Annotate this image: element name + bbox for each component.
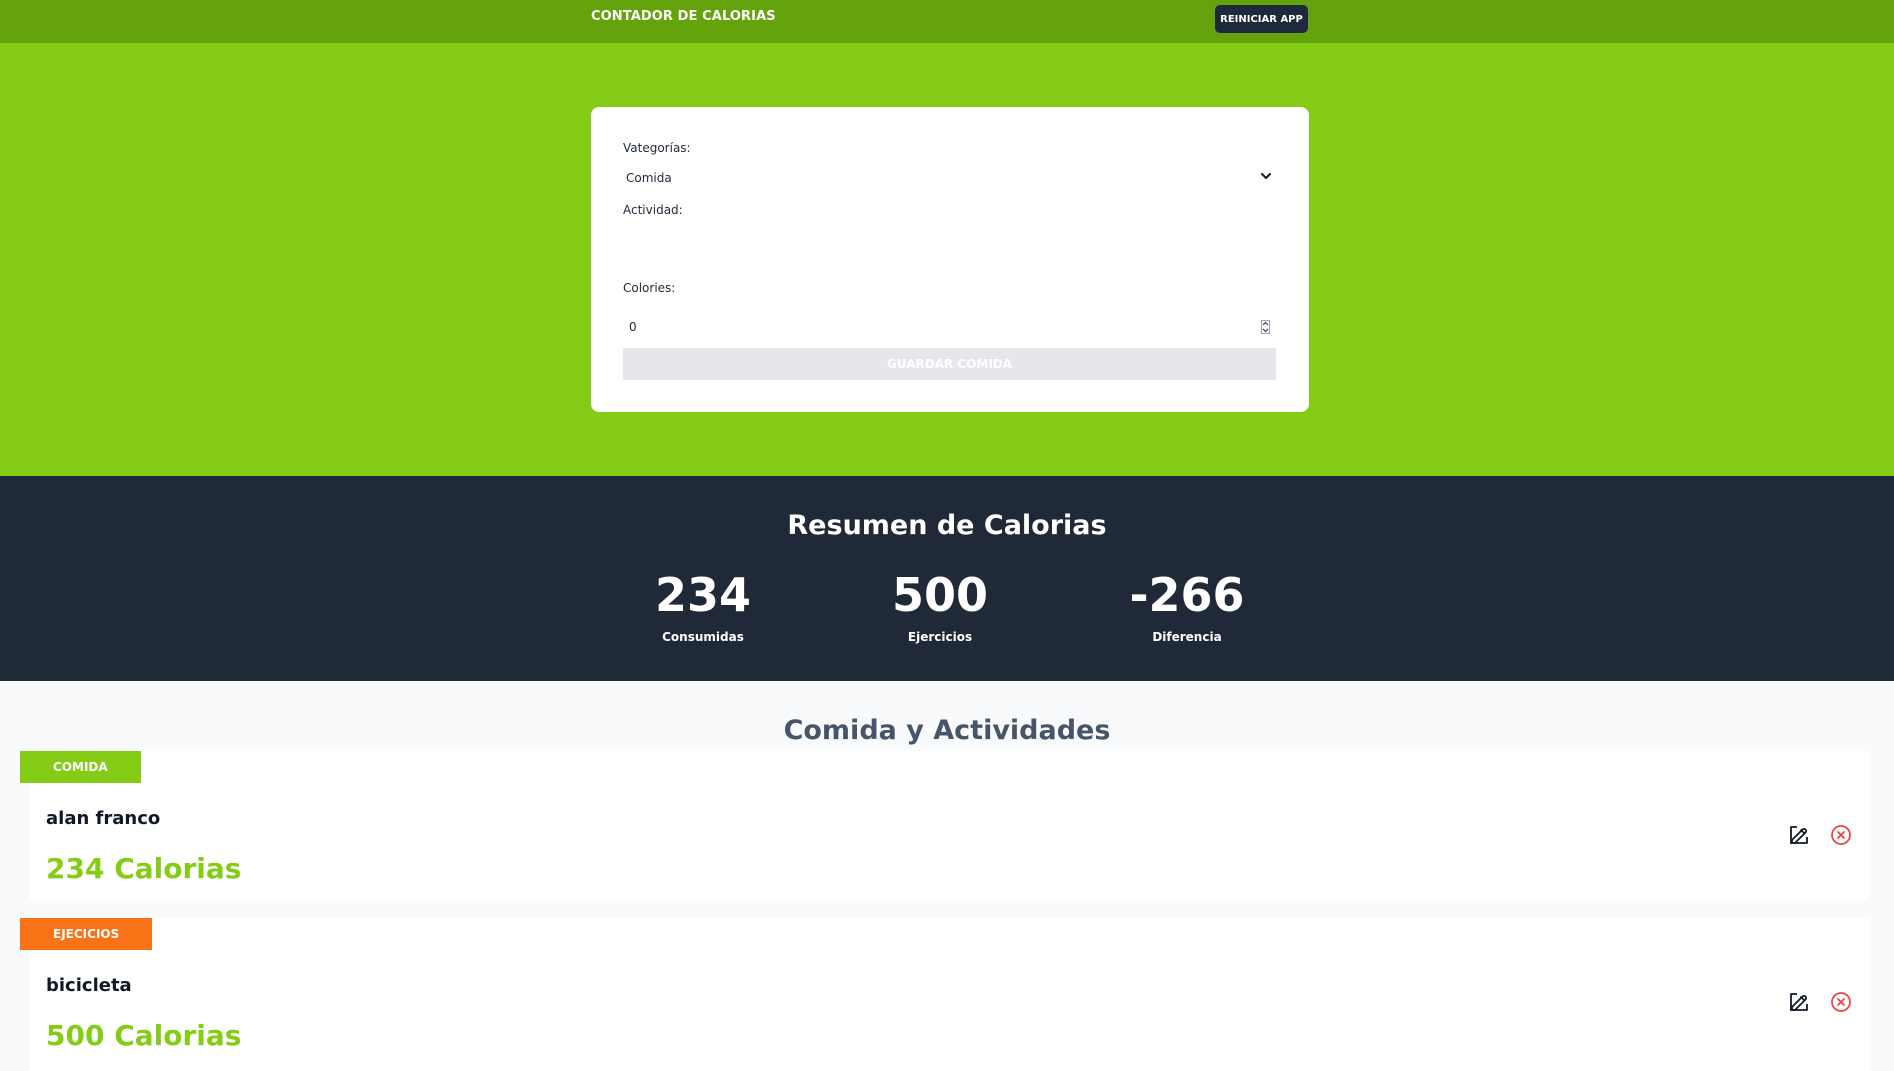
activity-input[interactable] (623, 225, 1276, 265)
consumed-label: Consumidas (662, 630, 744, 644)
calories-input[interactable]: 0 (623, 312, 1276, 342)
activity-entry: COMIDA alan franco 234 Calorias (20, 751, 1869, 901)
difference-value: -266 (1129, 568, 1245, 622)
category-select-value: Comida (626, 171, 672, 185)
consumed-stat: 234 Consumidas (603, 572, 803, 644)
activity-list-title: Comida y Actividades (783, 715, 1111, 746)
exercise-label: Ejercicios (907, 630, 973, 644)
exercise-stat: 500 Ejercicios (840, 572, 1040, 644)
activity-form: Vategorías: Comida Actividad: Colories: … (591, 107, 1309, 412)
category-select[interactable]: Comida (623, 165, 1276, 191)
delete-icon[interactable] (1829, 990, 1853, 1014)
difference-stat: -266 Diferencia (1087, 572, 1287, 644)
number-stepper-icon[interactable] (1261, 320, 1270, 334)
difference-label: Diferencia (1152, 630, 1222, 644)
activity-name: bicicleta (46, 975, 132, 996)
activity-entry: EJECICIOS bicicleta 500 Calorias (20, 918, 1869, 1071)
category-badge: COMIDA (20, 751, 141, 783)
edit-icon[interactable] (1787, 823, 1811, 847)
calories-value: 0 (629, 320, 637, 334)
chevron-down-icon (1261, 173, 1271, 179)
consumed-value: 234 (654, 568, 752, 622)
summary-title: Resumen de Calorias (787, 510, 1107, 541)
reset-app-button[interactable]: REINICIAR APP (1215, 5, 1308, 33)
activity-calories: 500 Calorias (46, 1019, 242, 1052)
delete-icon[interactable] (1829, 823, 1853, 847)
category-badge: EJECICIOS (20, 918, 153, 950)
calorie-summary: Resumen de Calorias 234 Consumidas 500 E… (0, 476, 1894, 681)
activity-list-section: Comida y Actividades COMIDA alan franco … (0, 681, 1894, 1071)
activity-calories: 234 Calorias (46, 852, 242, 885)
activity-name: alan franco (46, 808, 161, 829)
category-label: Vategorías: (623, 141, 691, 155)
activity-label: Actividad: (623, 203, 683, 217)
exercise-value: 500 (891, 568, 989, 622)
activity-form-section: Vategorías: Comida Actividad: Colories: … (0, 43, 1894, 476)
save-food-button[interactable]: GUARDAR COMIDA (623, 348, 1276, 380)
edit-icon[interactable] (1787, 990, 1811, 1014)
app-header: CONTADOR DE CALORIAS REINICIAR APP (0, 0, 1894, 43)
app-title: CONTADOR DE CALORIAS (591, 9, 776, 24)
calories-label: Colories: (623, 281, 676, 295)
